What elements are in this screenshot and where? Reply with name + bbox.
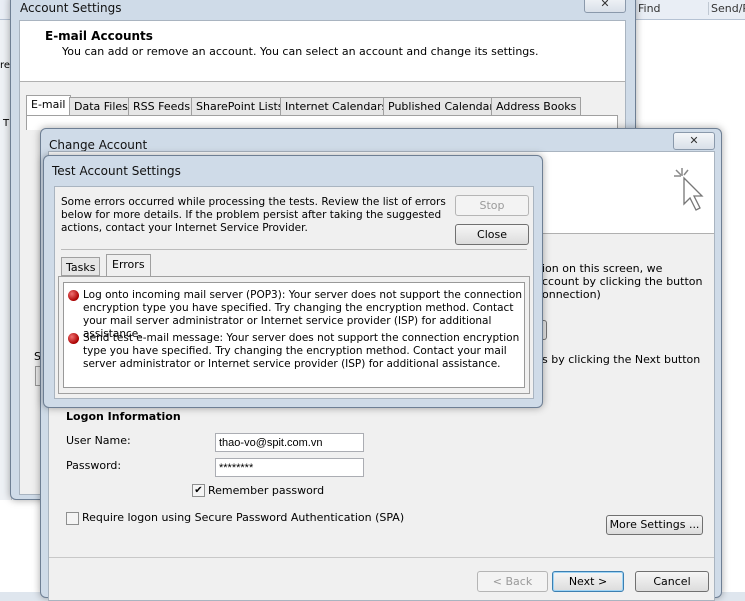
ribbon-send-receive[interactable]: Send/R — [708, 2, 745, 15]
error-text: Send test e-mail message: Your server do… — [83, 332, 520, 370]
next-button[interactable]: Next > — [552, 571, 624, 592]
window-title: Change Account — [49, 138, 148, 152]
section-heading: E-mail Accounts — [45, 29, 153, 43]
tab-errors[interactable]: Errors — [106, 254, 151, 277]
tab-internet-calendars[interactable]: Internet Calendars — [280, 97, 393, 116]
tab-published-calendars[interactable]: Published Calendars — [383, 97, 505, 116]
error-icon — [68, 290, 79, 301]
spa-checkbox[interactable] — [66, 512, 79, 525]
tab-email[interactable]: E-mail — [26, 95, 71, 116]
fragment-text: onnection) — [542, 288, 601, 301]
test-account-settings-dialog: Test Account Settings Some errors occurr… — [43, 155, 543, 408]
user-name-input[interactable] — [215, 433, 364, 452]
errors-list: Log onto incoming mail server (POP3): Yo… — [63, 282, 525, 388]
errors-tab-panel: Log onto incoming mail server (POP3): Yo… — [58, 276, 530, 394]
cursor-click-icon — [674, 168, 704, 211]
dialog-body: Some errors occurred while processing th… — [54, 186, 534, 399]
spa-label: Require logon using Secure Password Auth… — [82, 511, 405, 524]
divider — [61, 249, 527, 250]
cancel-button[interactable]: Cancel — [635, 571, 709, 592]
tab-data-files[interactable]: Data Files — [69, 97, 133, 116]
error-icon — [68, 333, 79, 344]
tab-tasks[interactable]: Tasks — [61, 257, 101, 276]
status-message: Some errors occurred while processing th… — [61, 196, 446, 234]
fragment-text: s by clicking the Next button — [542, 353, 701, 366]
back-button[interactable]: < Back — [477, 571, 548, 592]
close-button[interactable]: ✕ — [673, 132, 715, 150]
fragment-text: ccount by clicking the button — [542, 275, 703, 288]
close-button[interactable]: Close — [455, 224, 529, 245]
stop-button[interactable]: Stop — [455, 195, 529, 216]
user-name-label: User Name: — [66, 434, 131, 447]
close-button[interactable]: ✕ — [584, 0, 626, 13]
window-title: Account Settings — [20, 1, 122, 15]
password-input[interactable] — [215, 458, 364, 477]
remember-password-checkbox[interactable]: ✔ — [192, 484, 205, 497]
dialog-title: Test Account Settings — [52, 164, 181, 178]
password-label: Password: — [66, 459, 122, 472]
section-description: You can add or remove an account. You ca… — [62, 45, 539, 58]
tab-address-books[interactable]: Address Books — [491, 97, 582, 116]
ribbon-find[interactable]: Find — [638, 2, 661, 15]
error-item: Send test e-mail message: Your server do… — [68, 332, 523, 371]
header-panel: E-mail Accounts You can add or remove an… — [20, 21, 625, 82]
more-settings-button[interactable]: More Settings ... — [606, 515, 703, 535]
remember-password-label: Remember password — [208, 484, 325, 497]
logon-heading: Logon Information — [66, 410, 181, 423]
tab-rss-feeds[interactable]: RSS Feeds — [128, 97, 196, 116]
fragment-text: T — [3, 118, 10, 129]
fragment-text: ion on this screen, we — [542, 262, 663, 275]
tab-sharepoint-lists[interactable]: SharePoint Lists — [191, 97, 289, 116]
divider — [49, 557, 714, 558]
